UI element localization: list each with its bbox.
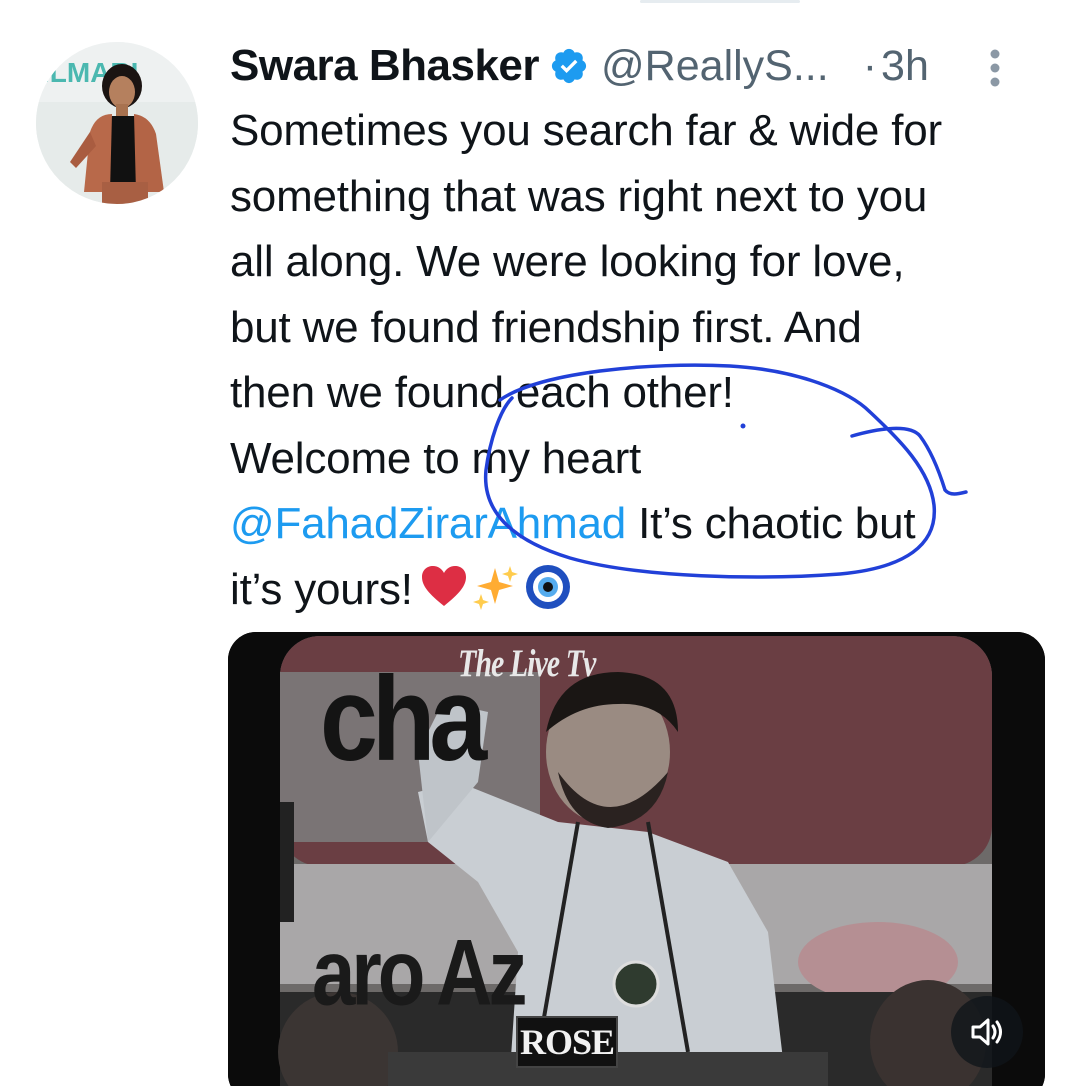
speaker-muted-icon: [971, 1018, 1002, 1046]
tweet-line-last: it’s yours!: [230, 557, 1050, 623]
tweet-text-fragment: it’s yours!: [230, 564, 413, 614]
verified-badge-icon: [551, 48, 587, 84]
separator-dot: ·: [862, 41, 878, 90]
heart-emoji-icon: [421, 565, 466, 606]
top-divider: [640, 0, 800, 3]
sparkles-emoji-icon: [472, 565, 518, 610]
emoji-group: [419, 562, 573, 612]
tweet-screen: ILMARI Swara Bhasker @ReallyS... · 3h So…: [0, 0, 1080, 1086]
tweet-text: Sometimes you search far & wide for some…: [230, 98, 1050, 622]
banner-text-bottom: aro Az: [312, 919, 527, 1025]
tweet-text-fragment: It’s chaotic but: [626, 499, 916, 548]
user-handle[interactable]: @ReallyS...: [601, 42, 829, 91]
display-name[interactable]: Swara Bhasker: [230, 41, 540, 91]
tweet-line: then we found each other!: [230, 368, 734, 417]
video-player[interactable]: cha The Live Tv aro Az ROSE: [228, 632, 1045, 1086]
avatar-image: ILMARI: [36, 42, 198, 204]
mute-toggle-button[interactable]: [951, 996, 1023, 1068]
tweet-timestamp[interactable]: 3h: [881, 42, 929, 91]
tweet-line-mention: @FahadZirarAhmad It’s chaotic but: [230, 491, 1050, 557]
avatar[interactable]: ILMARI: [36, 42, 198, 204]
tweet-line: something that was right next to you: [230, 171, 928, 221]
tweet-line: all along. We were looking for love,: [230, 237, 905, 286]
mention-link[interactable]: @FahadZirarAhmad: [230, 499, 626, 548]
tweet-line: Welcome to my heart: [230, 433, 642, 483]
tweet-line: but we found friendship first. And: [230, 302, 862, 352]
tweet-header: Swara Bhasker @ReallyS... · 3h: [230, 36, 1050, 96]
channel-watermark: The Live Tv: [458, 642, 596, 685]
podium-label: ROSE: [516, 1016, 618, 1068]
nazar-emoji-icon: [525, 564, 570, 609]
tweet-line: Sometimes you search far & wide for: [230, 106, 942, 155]
more-options-icon[interactable]: [980, 46, 1010, 90]
